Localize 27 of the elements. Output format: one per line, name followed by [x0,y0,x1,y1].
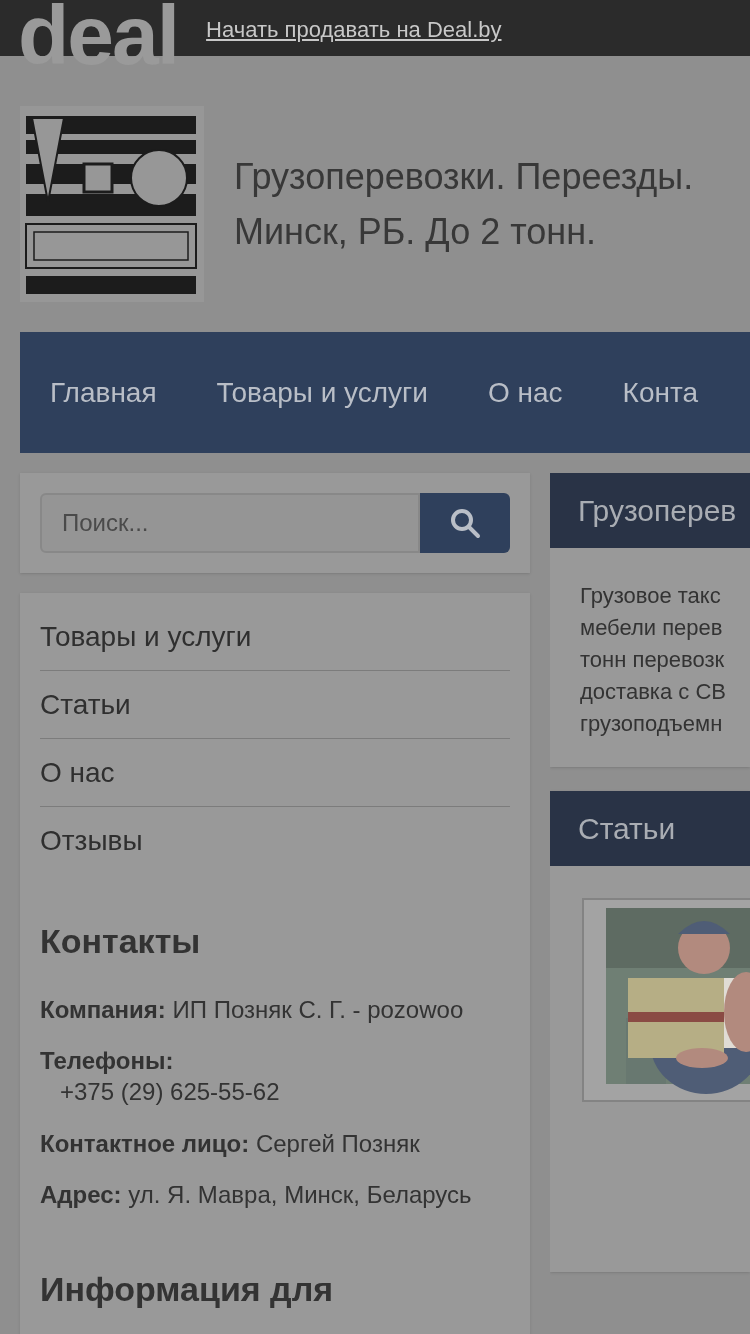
text-line: доставка с СВ [580,678,727,706]
sidebar-link[interactable]: Статьи [40,671,510,739]
sidebar-link[interactable]: Отзывы [40,807,510,874]
contact-label: Телефоны: [40,1046,175,1076]
section-title: Статьи [578,811,676,847]
section-title: Грузоперев [578,493,737,529]
site-title: Минск, РБ. До 2 тонн. [234,210,598,254]
text-line: Грузовое такс [580,582,722,610]
nav-link[interactable]: О нас [488,371,563,414]
sidebar-link[interactable]: Товары и услуги [40,603,510,671]
contact-line: Компания: ИП Позняк С. Г. - pozowoo [40,995,465,1025]
nav-link[interactable]: Главная [50,371,157,414]
text-line: тонн перевозк [580,646,726,674]
sidebar-link[interactable]: О нас [40,739,510,807]
section-heading: Контакты [40,921,202,962]
site-title: Грузоперевозки. Переезды. [234,155,694,199]
text-line: мебели перев [580,614,724,642]
contact-line: Контактное лицо: Сергей Позняк [40,1129,421,1159]
search-field[interactable]: Поиск... [40,493,421,553]
contact-line: Адрес: ул. Я. Мавра, Минск, Беларусь [40,1180,473,1210]
text-line: грузоподъемн [580,710,724,738]
section-heading: Информация для [40,1269,335,1310]
search-icon [449,507,482,539]
nav-link[interactable]: Товары и услуги [216,371,428,414]
search-button[interactable] [420,493,510,553]
nav-link[interactable]: Конта [622,371,698,414]
contact-value: +375 (29) 625-55-62 [59,1077,281,1107]
